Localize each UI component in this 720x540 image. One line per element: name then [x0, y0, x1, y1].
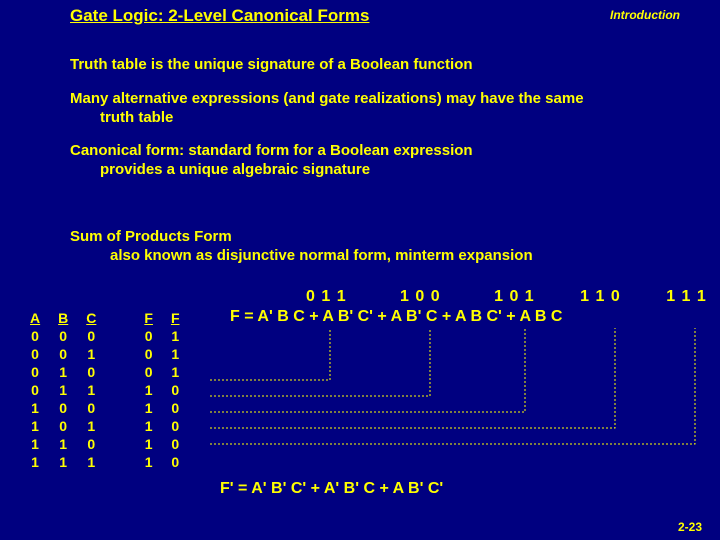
paragraph-2: Many alternative expressions (and gate r… [70, 90, 690, 128]
page-number: 2-23 [678, 520, 702, 534]
para3-line1: Canonical form: standard form for a Bool… [70, 142, 473, 159]
table-row: 10110 [22, 418, 188, 434]
page-title: Gate Logic: 2-Level Canonical Forms [70, 6, 369, 26]
table-row: 01110 [22, 382, 188, 398]
col-a: A [22, 310, 48, 326]
col-c: C [78, 310, 104, 326]
minterm-expansion: 0 1 1 1 0 0 1 0 1 1 1 0 1 1 1 F = A' B C… [230, 288, 707, 326]
paragraph-4: Sum of Products Form also known as disju… [70, 228, 690, 266]
sop-equation: F = A' B C + A B' C' + A B' C + A B C' +… [230, 308, 707, 326]
tag-110: 1 1 0 [580, 288, 621, 306]
paragraph-1: Truth table is the unique signature of a… [70, 56, 473, 75]
table-row: 00101 [22, 346, 188, 362]
table-header: A B C F F [22, 310, 188, 326]
col-fprime: F [163, 310, 188, 326]
tag-011: 0 1 1 [306, 288, 347, 306]
fprime-equation: F' = A' B' C' + A' B' C + A B' C' [220, 480, 443, 498]
col-b: B [50, 310, 76, 326]
minterm-tags: 0 1 1 1 0 0 1 0 1 1 1 0 1 1 1 [230, 288, 707, 306]
table-row: 11110 [22, 454, 188, 470]
paragraph-3: Canonical form: standard form for a Bool… [70, 142, 690, 180]
para3-line2: provides a unique algebraic signature [70, 161, 370, 178]
truth-table: A B C F F 00001 00101 01001 01110 10010 … [20, 308, 190, 472]
col-f: F [136, 310, 161, 326]
para4-line2: also known as disjunctive normal form, m… [70, 247, 533, 264]
table-row: 11010 [22, 436, 188, 452]
para2-line2: truth table [70, 109, 173, 126]
table-row: 10010 [22, 400, 188, 416]
table-row: 01001 [22, 364, 188, 380]
tag-111: 1 1 1 [666, 288, 707, 306]
tag-101: 1 0 1 [494, 288, 535, 306]
table-row: 00001 [22, 328, 188, 344]
para4-line1: Sum of Products Form [70, 228, 232, 245]
tag-100: 1 0 0 [400, 288, 441, 306]
para2-line1: Many alternative expressions (and gate r… [70, 90, 584, 107]
section-label: Introduction [610, 8, 680, 22]
